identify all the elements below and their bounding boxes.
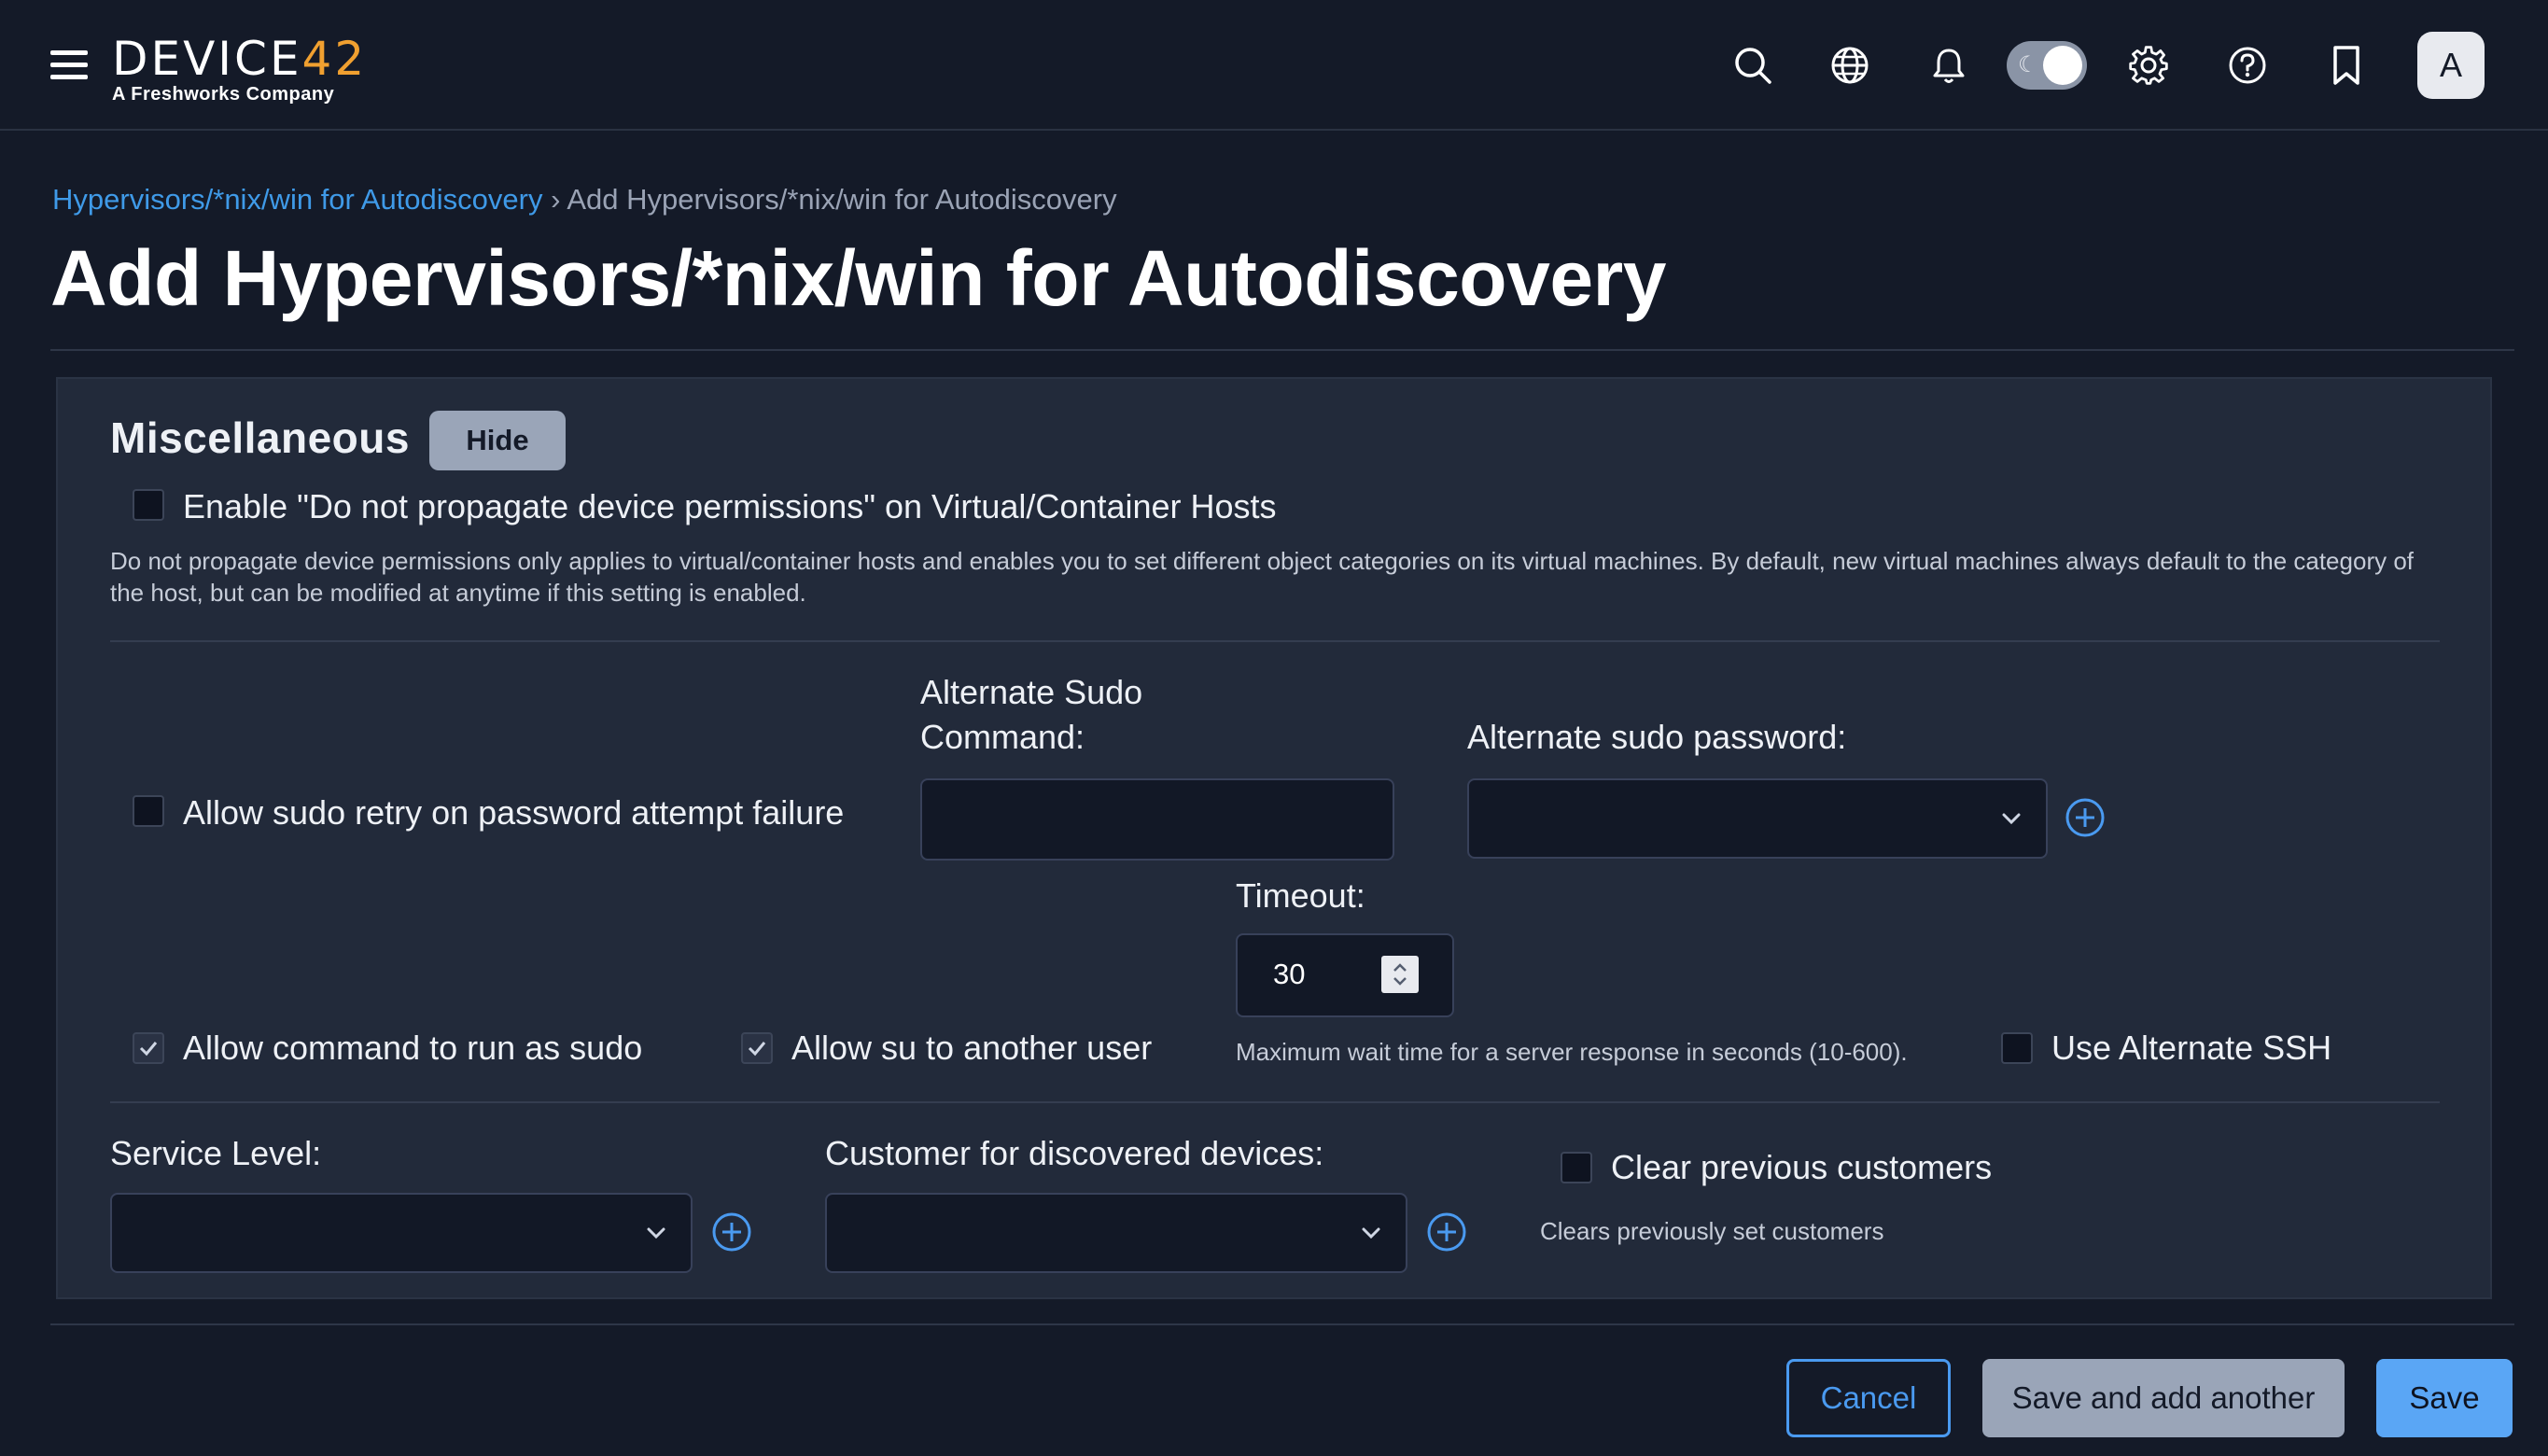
chevron-down-icon bbox=[647, 1227, 665, 1239]
hide-button[interactable]: Hide bbox=[429, 411, 566, 470]
add-password-icon[interactable] bbox=[2065, 797, 2106, 838]
customer-label: Customer for discovered devices: bbox=[825, 1134, 1324, 1172]
clear-customers-checkbox[interactable] bbox=[1561, 1152, 1592, 1183]
help-icon[interactable] bbox=[2219, 37, 2275, 93]
logo-wordmark: DEVICE42 bbox=[112, 32, 368, 86]
gear-icon[interactable] bbox=[2121, 37, 2177, 93]
add-service-level-icon[interactable] bbox=[711, 1211, 752, 1253]
footer-divider bbox=[50, 1323, 2514, 1325]
cancel-button[interactable]: Cancel bbox=[1786, 1359, 1951, 1437]
avatar[interactable]: A bbox=[2417, 32, 2485, 99]
su-another-user-checkbox[interactable] bbox=[741, 1032, 773, 1064]
alternate-ssh-checkbox[interactable] bbox=[2001, 1032, 2033, 1064]
checkmark-icon bbox=[139, 1042, 158, 1057]
propagate-help-line-1: Do not propagate device permissions only… bbox=[110, 547, 2415, 575]
moon-icon: ☾ bbox=[2018, 52, 2038, 77]
page-title: Add Hypervisors/*nix/win for Autodiscove… bbox=[50, 234, 1666, 322]
checkmark-icon bbox=[748, 1042, 766, 1057]
sudo-retry-label: Allow sudo retry on password attempt fai… bbox=[183, 793, 845, 832]
alt-sudo-password-label: Alternate sudo password: bbox=[1467, 718, 1847, 756]
clear-customers-help: Clears previously set customers bbox=[1540, 1217, 1884, 1245]
timeout-stepper[interactable] bbox=[1381, 956, 1419, 993]
run-as-sudo-label: Allow command to run as sudo bbox=[183, 1029, 643, 1067]
top-navigation-bar: DEVICE42 A Freshworks Company ☾ A bbox=[0, 0, 2548, 131]
chevron-down-icon bbox=[1362, 1227, 1380, 1239]
section-title: Miscellaneous bbox=[110, 413, 410, 462]
alt-sudo-password-select[interactable] bbox=[1467, 778, 2048, 859]
chevron-down-icon bbox=[2002, 813, 2021, 825]
menu-icon[interactable] bbox=[50, 49, 90, 82]
search-icon[interactable] bbox=[1725, 37, 1781, 93]
miscellaneous-section: Miscellaneous Hide Enable "Do not propag… bbox=[56, 377, 2492, 1299]
divider bbox=[110, 640, 2440, 642]
customer-select[interactable] bbox=[825, 1193, 1407, 1273]
clear-customers-label: Clear previous customers bbox=[1611, 1148, 1993, 1186]
timeout-label: Timeout: bbox=[1236, 876, 1365, 915]
alternate-ssh-label: Use Alternate SSH bbox=[2051, 1029, 2332, 1067]
toggle-knob bbox=[2043, 46, 2082, 85]
breadcrumb: Hypervisors/*nix/win for Autodiscovery ›… bbox=[52, 183, 1117, 217]
stepper-arrows-icon bbox=[1393, 963, 1407, 986]
alt-sudo-command-label-line-1: Alternate Sudo bbox=[920, 673, 1143, 711]
theme-toggle[interactable]: ☾ bbox=[2007, 41, 2087, 90]
bookmark-icon[interactable] bbox=[2318, 37, 2374, 93]
bell-icon[interactable] bbox=[1921, 37, 1977, 93]
timeout-number-input[interactable]: 30 bbox=[1236, 933, 1454, 1017]
propagate-permissions-checkbox[interactable] bbox=[133, 489, 164, 521]
add-customer-icon[interactable] bbox=[1426, 1211, 1467, 1253]
title-divider bbox=[50, 349, 2514, 351]
alt-sudo-command-label-line-2: Command: bbox=[920, 718, 1085, 756]
breadcrumb-current: Add Hypervisors/*nix/win for Autodiscove… bbox=[567, 183, 1117, 216]
propagate-help-line-2: the host, but can be modified at anytime… bbox=[110, 579, 806, 607]
timeout-value: 30 bbox=[1273, 958, 1306, 990]
propagate-permissions-help: Do not propagate device permissions only… bbox=[110, 545, 2499, 609]
service-level-select[interactable] bbox=[110, 1193, 693, 1273]
propagate-permissions-label: Enable "Do not propagate device permissi… bbox=[183, 487, 1277, 525]
breadcrumb-parent-link[interactable]: Hypervisors/*nix/win for Autodiscovery bbox=[52, 183, 542, 216]
breadcrumb-separator: › bbox=[551, 183, 561, 216]
sudo-retry-checkbox[interactable] bbox=[133, 795, 164, 827]
alt-sudo-command-label: Alternate Sudo Command: bbox=[920, 670, 1142, 760]
save-button[interactable]: Save bbox=[2376, 1359, 2513, 1437]
su-another-user-label: Allow su to another user bbox=[791, 1029, 1153, 1067]
service-level-label: Service Level: bbox=[110, 1134, 322, 1172]
run-as-sudo-checkbox[interactable] bbox=[133, 1032, 164, 1064]
device42-logo[interactable]: DEVICE42 A Freshworks Company bbox=[112, 34, 367, 105]
timeout-help: Maximum wait time for a server response … bbox=[1236, 1038, 1908, 1066]
logo-tagline: A Freshworks Company bbox=[112, 84, 335, 105]
globe-icon[interactable] bbox=[1822, 37, 1878, 93]
divider bbox=[110, 1101, 2440, 1103]
alt-sudo-command-input[interactable] bbox=[920, 778, 1394, 861]
save-and-add-another-button[interactable]: Save and add another bbox=[1982, 1359, 2345, 1437]
